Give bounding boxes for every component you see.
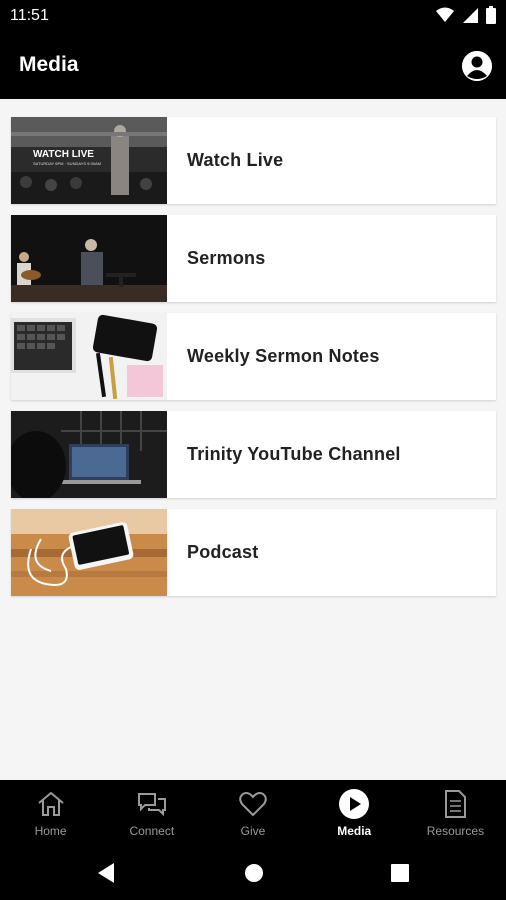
nav-item-home[interactable]: Home: [0, 780, 101, 848]
nav-item-connect[interactable]: Connect: [101, 780, 202, 848]
page-title: Media: [19, 53, 79, 76]
status-time: 11:51: [10, 7, 49, 24]
nav-label-home: Home: [34, 824, 67, 838]
nav-item-resources[interactable]: Resources: [405, 780, 506, 848]
media-list: WATCH LIVE SATURDAY 6PM · SUNDAYS 9:30AM…: [11, 117, 496, 607]
list-item-label: Weekly Sermon Notes: [187, 346, 380, 366]
home-circle-icon[interactable]: [244, 863, 264, 883]
nav-label-media: Media: [337, 824, 372, 838]
list-item-label: Podcast: [187, 542, 259, 562]
signal-icon: [463, 8, 478, 23]
podcast-thumbnail: [11, 509, 167, 596]
document-icon: [445, 790, 467, 818]
sermon-notes-thumbnail: [11, 313, 167, 400]
list-item-trinity-youtube-channel[interactable]: Trinity YouTube Channel: [11, 411, 496, 498]
chat-icon: [137, 793, 166, 817]
battery-icon: [486, 6, 496, 24]
account-icon: [462, 51, 492, 81]
system-nav: [0, 848, 506, 900]
nav-label-give: Give: [240, 824, 266, 838]
list-item-label: Trinity YouTube Channel: [187, 444, 401, 464]
list-item-label: Watch Live: [187, 150, 284, 170]
status-bar: 11:51: [0, 0, 506, 32]
wifi-icon: [436, 7, 454, 22]
list-item-podcast[interactable]: Podcast: [11, 509, 496, 596]
list-item-watch-live[interactable]: WATCH LIVE SATURDAY 6PM · SUNDAYS 9:30AM…: [11, 117, 496, 204]
heart-icon: [239, 792, 267, 817]
nav-item-media[interactable]: Media: [304, 780, 405, 848]
thumb-watch-live-sub: SATURDAY 6PM · SUNDAYS 9:30AM: [33, 161, 101, 166]
youtube-channel-thumbnail: [11, 411, 167, 498]
nav-item-give[interactable]: Give: [202, 780, 303, 848]
profile-button[interactable]: [462, 51, 492, 81]
recents-icon[interactable]: [390, 863, 410, 883]
back-icon[interactable]: [96, 862, 116, 884]
play-icon: [339, 789, 370, 819]
list-item-label: Sermons: [187, 248, 266, 268]
watch-live-thumbnail: WATCH LIVE SATURDAY 6PM · SUNDAYS 9:30AM: [11, 117, 167, 204]
status-icons: [436, 6, 496, 24]
bottom-nav: Home Connect Give Media Resources: [0, 780, 506, 848]
sermons-thumbnail: [11, 215, 167, 302]
nav-label-resources: Resources: [426, 824, 485, 838]
thumb-watch-live-text: WATCH LIVE: [33, 149, 94, 160]
home-icon: [37, 791, 64, 816]
app-bar: Media: [0, 32, 506, 99]
list-item-sermons[interactable]: Sermons: [11, 215, 496, 302]
list-item-weekly-sermon-notes[interactable]: Weekly Sermon Notes: [11, 313, 496, 400]
nav-label-connect: Connect: [129, 824, 175, 838]
